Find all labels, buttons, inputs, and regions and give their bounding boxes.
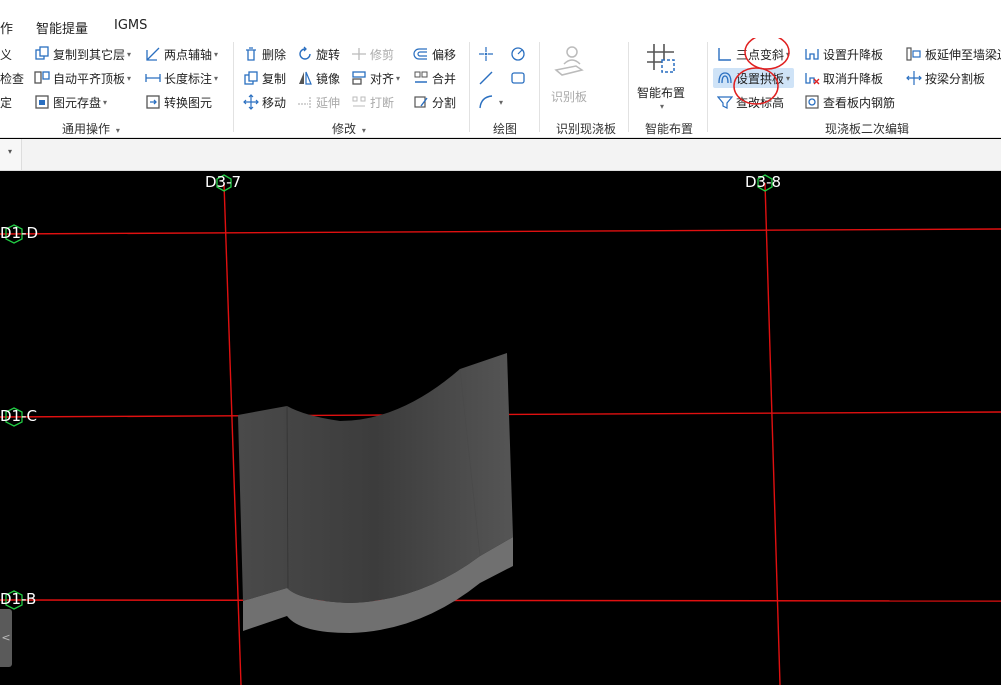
toolbar-strip: ▾ <box>0 139 1001 171</box>
side-panel-handle[interactable]: < <box>0 609 12 667</box>
strip-dropdown[interactable]: ▾ <box>0 139 22 170</box>
axis-label: D3-8 <box>745 173 782 191</box>
axis-label: D3-7 <box>205 173 242 191</box>
grid-line <box>223 182 242 685</box>
menu-bar: 作 智能提量 IGMS <box>0 0 1001 38</box>
menu-item-igms[interactable]: IGMS <box>114 18 147 33</box>
chevron-down-icon: ▾ <box>8 147 13 156</box>
annotation-overlay <box>733 38 790 105</box>
chevron-left-icon: < <box>1 631 11 644</box>
grid-line <box>764 182 781 685</box>
menu-item-partial[interactable]: 作 <box>0 18 13 37</box>
ribbon: 义 检查 定 复制到其它层 ▾ 自动平齐顶板 ▾ 图元存盘 ▾ 两点辅轴 ▾ 长度标注 ▾… <box>0 38 1001 138</box>
axis-label: D1-C <box>0 407 37 425</box>
axis-label: D1-D <box>0 224 39 242</box>
axis-label: D1-B <box>0 590 37 608</box>
arch-slab[interactable] <box>238 353 513 633</box>
drawing-canvas[interactable]: D3-7 D3-8 D1-D D1-C D1-B <box>0 171 1001 685</box>
menu-item-smart-quantity[interactable]: 智能提量 <box>36 18 88 37</box>
annotation-circle <box>733 67 779 105</box>
canvas-graphics <box>0 174 1001 685</box>
annotation-circle <box>744 38 790 70</box>
grid-line <box>0 599 1001 602</box>
grid-line <box>0 228 1001 235</box>
